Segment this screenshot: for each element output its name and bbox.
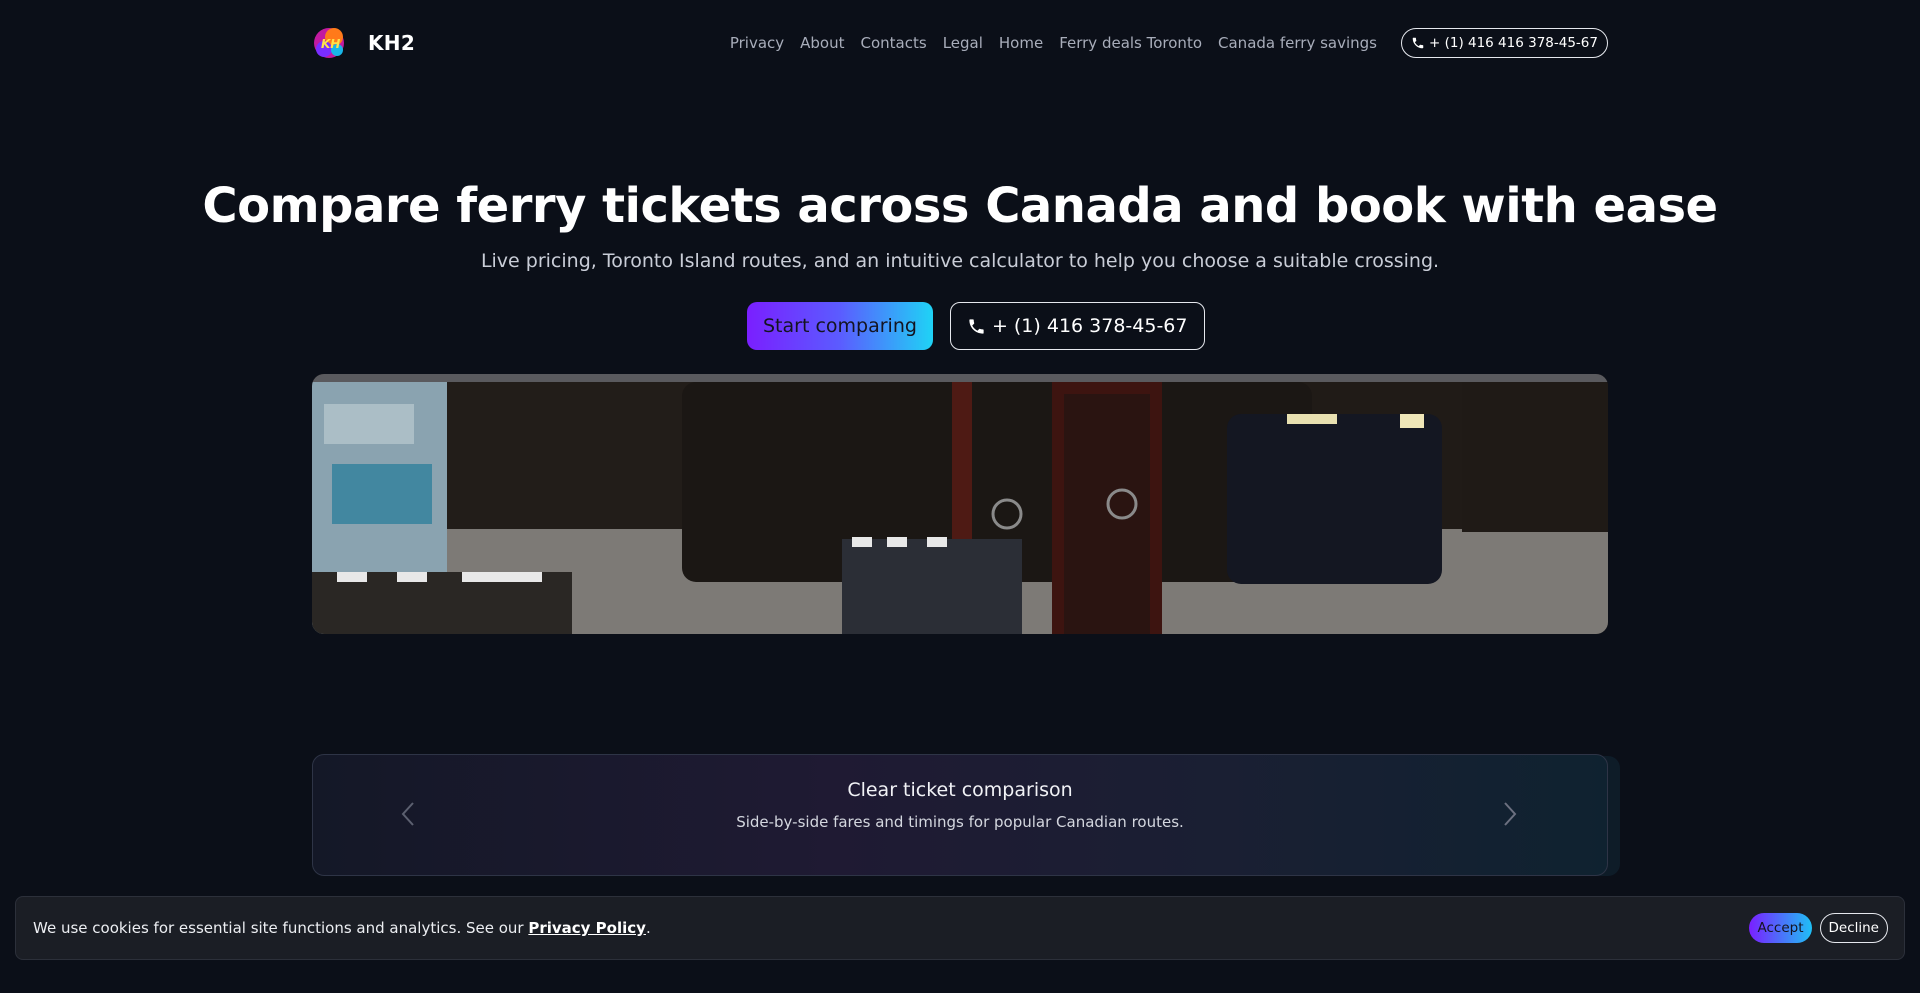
cookie-text: We use cookies for essential site functi… bbox=[33, 919, 651, 937]
slide-text: Side-by-side fares and timings for popul… bbox=[736, 813, 1184, 831]
cookie-actions: Accept Decline bbox=[1749, 913, 1888, 943]
nav-contacts[interactable]: Contacts bbox=[861, 34, 927, 52]
call-button[interactable]: + (1) 416 378-45-67 bbox=[949, 302, 1205, 350]
hero-cta-row: Start comparing + (1) 416 378-45-67 bbox=[747, 302, 1205, 350]
brand[interactable]: KH KH2 bbox=[312, 25, 415, 61]
brand-name: KH2 bbox=[368, 31, 416, 55]
header-phone-button[interactable]: + (1) 416 416 378-45-67 bbox=[1400, 28, 1608, 58]
header-phone-label: + (1) 416 416 378-45-67 bbox=[1428, 35, 1598, 51]
slide-title: Clear ticket comparison bbox=[847, 779, 1073, 801]
hero-subtitle: Live pricing, Toronto Island routes, and… bbox=[480, 250, 1440, 272]
decline-cookies-button[interactable]: Decline bbox=[1819, 913, 1888, 943]
start-comparing-button[interactable]: Start comparing bbox=[747, 302, 933, 350]
accept-cookies-button[interactable]: Accept bbox=[1749, 913, 1812, 943]
nav-ferry-deals-toronto[interactable]: Ferry deals Toronto bbox=[1059, 34, 1202, 52]
nav-legal[interactable]: Legal bbox=[943, 34, 983, 52]
site-header: KH KH2 Privacy About Contacts Legal Home… bbox=[312, 22, 1608, 64]
phone-icon bbox=[969, 318, 984, 334]
cookie-banner: We use cookies for essential site functi… bbox=[15, 896, 1905, 960]
terminal-photo bbox=[312, 374, 1608, 634]
privacy-policy-link[interactable]: Privacy Policy bbox=[528, 919, 646, 937]
cookie-text-end: . bbox=[645, 919, 651, 937]
nav-about[interactable]: About bbox=[800, 34, 844, 52]
phone-icon bbox=[1412, 37, 1424, 49]
svg-text:KH: KH bbox=[321, 37, 340, 51]
chevron-right-icon[interactable] bbox=[1500, 799, 1520, 829]
main-nav: Privacy About Contacts Legal Home Ferry … bbox=[714, 28, 1608, 58]
cookie-text-start: We use cookies for essential site functi… bbox=[33, 919, 529, 937]
nav-privacy[interactable]: Privacy bbox=[730, 34, 784, 52]
kh-logo-icon: KH bbox=[314, 28, 344, 58]
hero-image bbox=[312, 374, 1608, 634]
hero-title: Compare ferry tickets across Canada and … bbox=[202, 178, 1718, 234]
nav-home[interactable]: Home bbox=[999, 34, 1043, 52]
call-button-label: + (1) 416 378-45-67 bbox=[991, 315, 1188, 337]
nav-canada-ferry-savings[interactable]: Canada ferry savings bbox=[1218, 34, 1377, 52]
feature-carousel: Clear ticket comparison Side-by-side far… bbox=[312, 754, 1608, 876]
